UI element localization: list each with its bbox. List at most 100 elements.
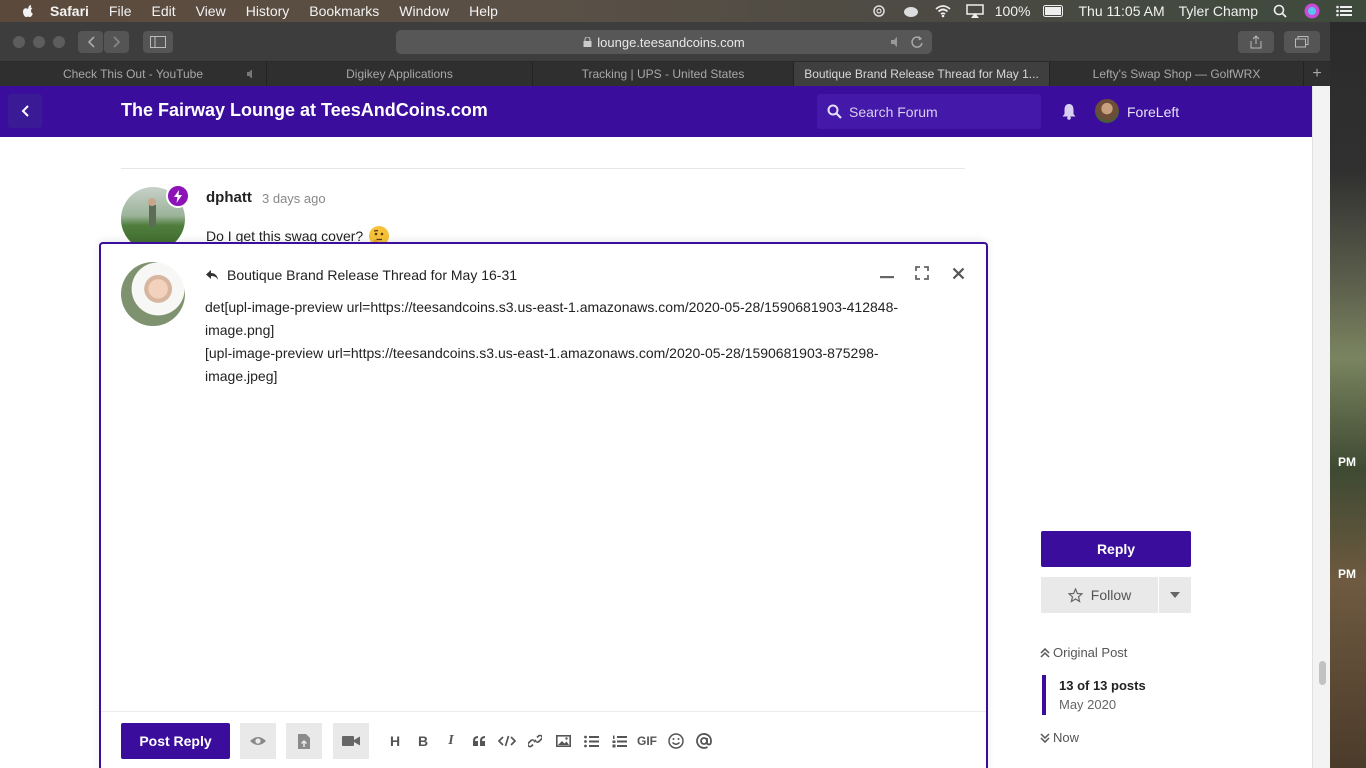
- avatar[interactable]: [1095, 99, 1119, 123]
- link-button[interactable]: [525, 732, 545, 750]
- composer-topic-title[interactable]: Boutique Brand Release Thread for May 16…: [227, 267, 517, 283]
- now-link[interactable]: Now: [1040, 730, 1079, 745]
- menu-edit[interactable]: Edit: [151, 3, 175, 19]
- reply-button[interactable]: Reply: [1041, 531, 1191, 567]
- tab-digikey[interactable]: Digikey Applications: [267, 62, 533, 86]
- composer-line: [upl-image-preview url=https://teesandco…: [205, 345, 879, 361]
- star-icon: [1067, 587, 1083, 603]
- menubar-user[interactable]: Tyler Champ: [1179, 3, 1258, 19]
- share-button[interactable]: [1238, 31, 1274, 53]
- numbered-list-button[interactable]: [609, 732, 629, 750]
- menu-history[interactable]: History: [246, 3, 290, 19]
- spotlight-icon[interactable]: [1270, 4, 1290, 18]
- lock-icon: [583, 37, 592, 47]
- minimize-window-button[interactable]: [33, 36, 45, 48]
- bullet-list-button[interactable]: [581, 732, 601, 750]
- video-button[interactable]: [333, 723, 369, 759]
- zoom-window-button[interactable]: [53, 36, 65, 48]
- code-button[interactable]: [497, 732, 517, 750]
- cloud-icon[interactable]: [901, 4, 921, 18]
- reload-icon[interactable]: [910, 35, 924, 49]
- at-sign-icon: [696, 733, 712, 749]
- battery-percent: 100%: [994, 3, 1031, 19]
- tab-overview-button[interactable]: [1284, 31, 1320, 53]
- upload-button[interactable]: [286, 723, 322, 759]
- composer-line: image.jpeg]: [205, 368, 278, 384]
- timeline-scroller[interactable]: [1042, 675, 1046, 715]
- menu-window[interactable]: Window: [399, 3, 449, 19]
- tab-ups[interactable]: Tracking | UPS - United States: [533, 62, 794, 86]
- menubar-clock[interactable]: Thu 11:05 AM: [1079, 3, 1165, 19]
- close-window-button[interactable]: [13, 36, 25, 48]
- link-icon: [528, 734, 542, 748]
- close-composer-button[interactable]: [949, 264, 967, 282]
- post-timestamp[interactable]: 3 days ago: [262, 191, 326, 206]
- composer-title: Boutique Brand Release Thread for May 16…: [205, 267, 517, 283]
- browser-toolbar: lounge.teesandcoins.com: [0, 22, 1330, 62]
- site-title[interactable]: The Fairway Lounge at TeesAndCoins.com: [121, 100, 488, 121]
- composer-textarea[interactable]: det[upl-image-preview url=https://teesan…: [205, 296, 965, 388]
- address-bar[interactable]: lounge.teesandcoins.com: [396, 30, 932, 54]
- bold-button[interactable]: B: [413, 732, 433, 750]
- scrollbar-thumb[interactable]: [1319, 661, 1326, 685]
- spiral-icon[interactable]: [869, 4, 889, 18]
- username[interactable]: ForeLeft: [1127, 104, 1179, 120]
- siri-icon[interactable]: [1302, 3, 1322, 19]
- video-camera-icon: [342, 736, 360, 746]
- post-author-name[interactable]: dphatt: [206, 189, 252, 206]
- post-divider: [121, 168, 965, 169]
- smiley-icon: [668, 733, 684, 749]
- menu-view[interactable]: View: [196, 3, 226, 19]
- tab-label: Lefty's Swap Shop — GolfWRX: [1092, 67, 1261, 81]
- back-button[interactable]: [8, 94, 42, 128]
- tab-label: Tracking | UPS - United States: [581, 67, 745, 81]
- page-scrollbar[interactable]: [1312, 86, 1330, 768]
- gif-button[interactable]: GIF: [635, 732, 659, 750]
- quote-button[interactable]: [469, 732, 489, 750]
- heading-button[interactable]: H: [385, 732, 405, 750]
- lightning-badge[interactable]: [166, 184, 190, 208]
- menu-bookmarks[interactable]: Bookmarks: [309, 3, 379, 19]
- original-post-link[interactable]: Original Post: [1040, 645, 1127, 660]
- search-input[interactable]: Search Forum: [817, 94, 1041, 129]
- bell-icon[interactable]: [1061, 103, 1077, 120]
- notification-center-icon[interactable]: [1334, 4, 1354, 18]
- post-reply-button[interactable]: Post Reply: [121, 723, 230, 759]
- speaker-icon[interactable]: [890, 36, 902, 48]
- airplay-icon[interactable]: [965, 4, 985, 18]
- fullscreen-composer-button[interactable]: [913, 264, 931, 282]
- image-button[interactable]: [553, 732, 573, 750]
- italic-button[interactable]: I: [441, 732, 461, 750]
- timeline-date: May 2020: [1059, 697, 1117, 712]
- caret-down-icon: [1170, 592, 1180, 598]
- mention-button[interactable]: [694, 732, 714, 750]
- battery-icon[interactable]: [1042, 4, 1063, 18]
- back-nav-button[interactable]: [78, 31, 103, 53]
- emoji-button[interactable]: [666, 732, 686, 750]
- code-icon: [498, 735, 516, 747]
- follow-button[interactable]: Follow: [1041, 577, 1158, 613]
- minimize-composer-button[interactable]: [878, 264, 896, 282]
- safari-window: lounge.teesandcoins.com Check This Out -…: [0, 22, 1330, 768]
- menu-file[interactable]: File: [109, 3, 132, 19]
- tab-boutique-thread[interactable]: Boutique Brand Release Thread for May 1.…: [794, 62, 1050, 86]
- follow-dropdown-button[interactable]: [1159, 577, 1191, 613]
- preview-toggle-button[interactable]: [240, 723, 276, 759]
- quote-icon: [473, 736, 485, 746]
- menu-safari[interactable]: Safari: [50, 3, 89, 19]
- speaker-icon[interactable]: [246, 69, 256, 79]
- tab-youtube[interactable]: Check This Out - YouTube: [0, 62, 267, 86]
- sidebar-toggle-button[interactable]: [143, 31, 173, 53]
- url-text: lounge.teesandcoins.com: [597, 34, 745, 50]
- new-tab-button[interactable]: +: [1304, 62, 1330, 86]
- sidebar-icon: [150, 36, 166, 48]
- menu-help[interactable]: Help: [469, 3, 498, 19]
- tab-golfwrx[interactable]: Lefty's Swap Shop — GolfWRX: [1050, 62, 1304, 86]
- close-icon: [952, 267, 964, 279]
- wifi-icon[interactable]: [933, 4, 953, 18]
- double-chevron-up-icon: [1040, 647, 1050, 658]
- forward-nav-button[interactable]: [104, 31, 129, 53]
- chevron-left-icon: [21, 105, 29, 117]
- search-icon: [827, 104, 842, 119]
- apple-icon[interactable]: [20, 3, 36, 19]
